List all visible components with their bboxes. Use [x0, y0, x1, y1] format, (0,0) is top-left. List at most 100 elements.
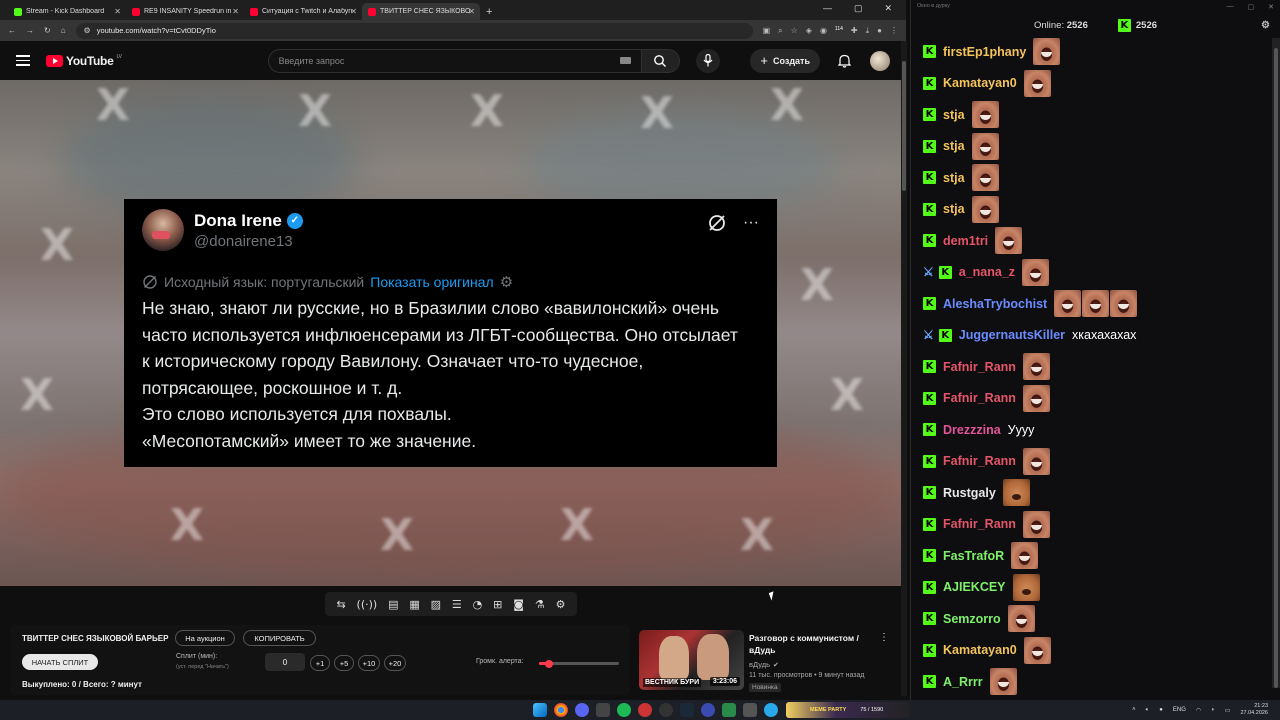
- chat-username[interactable]: stja: [943, 139, 965, 153]
- create-button[interactable]: + Создать: [750, 48, 820, 73]
- chat-username[interactable]: Semzorro: [943, 612, 1001, 626]
- chat-username[interactable]: dem1tri: [943, 234, 988, 248]
- wifi-icon[interactable]: ◠: [1196, 707, 1201, 714]
- youtube-logo[interactable]: YouTube LV: [46, 54, 122, 68]
- menu-icon[interactable]: [16, 55, 30, 66]
- keyboard-icon[interactable]: [619, 57, 631, 64]
- start-split-button[interactable]: НАЧАТЬ СПЛИТ: [22, 654, 98, 670]
- microphone-icon[interactable]: ●: [1159, 707, 1163, 713]
- search-input[interactable]: Введите запрос: [267, 48, 642, 73]
- maximize-icon[interactable]: ▢: [1248, 3, 1255, 11]
- chat-username[interactable]: A_Rrrr: [943, 675, 983, 689]
- search-button[interactable]: [641, 48, 680, 73]
- clapper-icon[interactable]: ▦: [409, 598, 419, 611]
- increment-button-10[interactable]: +10: [358, 655, 380, 671]
- clock[interactable]: 21:23 27.04.2026: [1240, 703, 1268, 717]
- copy-button[interactable]: КОПИРОВАТЬ: [243, 630, 316, 646]
- chat-username[interactable]: a_nana_z: [959, 265, 1015, 279]
- slider-handle[interactable]: [544, 659, 553, 668]
- page-scrollbar[interactable]: [901, 41, 907, 696]
- video-thumbnail[interactable]: ВЕСТНИК БУРИ 3:23:06: [639, 630, 744, 690]
- obs-icon[interactable]: [659, 703, 673, 717]
- home-icon[interactable]: ⌂: [61, 26, 66, 35]
- url-field[interactable]: ⚙ youtube.com/watch?v=tCvt0DDyTio: [75, 22, 753, 39]
- puzzle-icon[interactable]: ✚: [851, 26, 858, 36]
- chat-username[interactable]: Fafnir_Rann: [943, 391, 1016, 405]
- chat-username[interactable]: Fafnir_Rann: [943, 360, 1016, 374]
- spotify-icon[interactable]: [617, 703, 631, 717]
- chat-username[interactable]: firstEp1phany: [943, 45, 1026, 59]
- extension-icon[interactable]: ◈: [806, 26, 812, 36]
- app-icon[interactable]: [638, 703, 652, 717]
- telegram-icon[interactable]: [764, 703, 778, 717]
- voice-search-button[interactable]: [695, 48, 720, 73]
- browser-tab-1[interactable]: Stream - Kick Dashboard ✕: [8, 3, 126, 20]
- app-icon[interactable]: [722, 703, 736, 717]
- gear-icon[interactable]: ⚙: [556, 598, 566, 611]
- bookmark-star-icon[interactable]: ☆: [791, 26, 798, 36]
- meme-party-widget[interactable]: MEME PARTY 75 / 1590: [786, 702, 910, 718]
- loop-icon[interactable]: ⇆: [336, 598, 345, 611]
- chat-username[interactable]: Kamatayan0: [943, 76, 1017, 90]
- chat-username[interactable]: stja: [943, 108, 965, 122]
- video-title[interactable]: Разговор с коммунистом / вДудь: [749, 632, 875, 656]
- close-window-icon[interactable]: ✕: [1268, 3, 1274, 11]
- download-icon[interactable]: ⤓: [866, 26, 870, 36]
- app-icon[interactable]: [596, 703, 610, 717]
- browser-tab-4-active[interactable]: ТВИТТЕР СНЕС ЯЗЫКОВОЙ ✕: [362, 3, 480, 20]
- chat-username[interactable]: stja: [943, 202, 965, 216]
- chat-username[interactable]: AJIEKCEY: [943, 580, 1006, 594]
- battery-icon[interactable]: ▭: [1225, 707, 1231, 714]
- close-icon[interactable]: ✕: [468, 7, 475, 16]
- camera-record-icon[interactable]: ▤: [388, 598, 398, 611]
- auction-button[interactable]: На аукцион: [175, 630, 235, 646]
- site-info-icon[interactable]: ⚙: [84, 26, 91, 35]
- speed-icon[interactable]: ◔: [473, 598, 483, 611]
- more-actions-icon[interactable]: ⋮: [879, 632, 889, 643]
- language-indicator[interactable]: ENG: [1173, 707, 1186, 713]
- chat-username[interactable]: Kamatayan0: [943, 643, 1017, 657]
- maximize-icon[interactable]: ▢: [854, 3, 863, 14]
- forward-icon[interactable]: →: [26, 26, 34, 35]
- steam-icon[interactable]: [680, 703, 694, 717]
- chat-username[interactable]: Rustgaly: [943, 486, 996, 500]
- cast-icon[interactable]: ▣: [763, 26, 771, 36]
- split-minutes-input[interactable]: 0: [265, 653, 305, 671]
- extension-badge[interactable]: 114: [835, 26, 843, 36]
- chat-username[interactable]: JuggernautsKiller: [959, 328, 1065, 342]
- chat-username[interactable]: Drezzzina: [943, 423, 1001, 437]
- extension-icon[interactable]: ◉: [820, 26, 827, 36]
- video-player[interactable]: X X X X X X X X X X X X X Dona Irene ✓ @…: [0, 80, 901, 586]
- increment-button-20[interactable]: +20: [384, 655, 406, 671]
- picture-in-picture-icon[interactable]: ▨: [431, 598, 441, 611]
- add-media-icon[interactable]: ⊞: [493, 598, 502, 611]
- flask-icon[interactable]: ⚗: [535, 598, 545, 611]
- screenshot-icon[interactable]: ◙: [513, 598, 524, 611]
- chat-username[interactable]: AleshaTrybochist: [943, 297, 1047, 311]
- increment-button-1[interactable]: +1: [310, 655, 330, 671]
- app-icon[interactable]: [743, 703, 757, 717]
- back-icon[interactable]: ←: [8, 26, 16, 35]
- volume-icon[interactable]: 🔈︎: [1146, 707, 1150, 714]
- chat-username[interactable]: stja: [943, 171, 965, 185]
- zoom-icon[interactable]: ⌕: [778, 26, 782, 36]
- browser-tab-2[interactable]: RE9 INSANITY Speedrun in 1:3 ✕: [126, 3, 244, 20]
- player-icon[interactable]: [701, 703, 715, 717]
- new-tab-button[interactable]: +: [480, 6, 498, 20]
- channel-name[interactable]: вДудь ✔: [749, 660, 779, 669]
- chat-username[interactable]: Fafnir_Rann: [943, 517, 1016, 531]
- menu-dots-icon[interactable]: ⋮: [890, 26, 898, 36]
- windows-start-icon[interactable]: [533, 703, 547, 717]
- browser-tab-3[interactable]: Ситуация с Twitch и Алабугой ✕: [244, 3, 362, 20]
- subtitles-icon[interactable]: ☰: [452, 598, 462, 611]
- speaker-icon[interactable]: ◗: [1211, 707, 1215, 713]
- chat-scrollbar[interactable]: [1272, 38, 1280, 688]
- chat-username[interactable]: Fafnir_Rann: [943, 454, 1016, 468]
- discord-icon[interactable]: [575, 703, 589, 717]
- gear-icon[interactable]: ⚙: [1261, 20, 1270, 31]
- minimize-icon[interactable]: —: [1227, 3, 1234, 11]
- close-icon[interactable]: ✕: [114, 7, 121, 16]
- recommended-video[interactable]: ВЕСТНИК БУРИ 3:23:06 Разговор с коммунис…: [639, 630, 897, 694]
- notifications-button[interactable]: [836, 53, 852, 69]
- alert-volume-slider[interactable]: [539, 659, 619, 668]
